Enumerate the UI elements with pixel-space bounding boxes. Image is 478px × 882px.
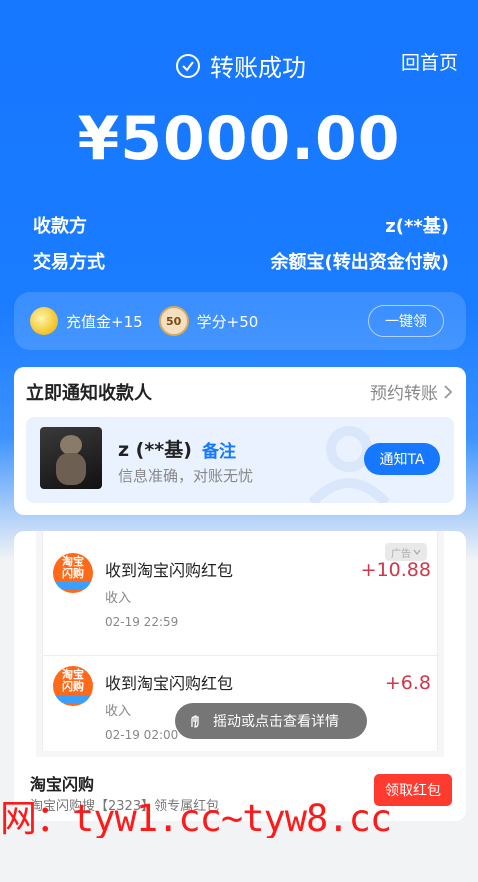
reward-bar: 充值金+15 50 学分+50 一键领 (14, 292, 466, 350)
score-badge-icon: 50 (158, 306, 189, 336)
transaction-title: 收到淘宝闪购红包 (105, 561, 234, 580)
back-home-link[interactable]: 回首页 (401, 48, 458, 75)
check-circle-icon (176, 53, 200, 78)
payee-label: 收款方 (33, 216, 87, 237)
chevron-right-icon (444, 384, 453, 399)
notify-receiver-button[interactable]: 通知TA (364, 443, 440, 475)
transaction-item: 淘宝 闪购 收到淘宝闪购红包 收入 02-19 22:59 +10.88 (43, 543, 439, 653)
score-reward: 学分+50 (196, 312, 259, 331)
transaction-type: 收入 (105, 704, 132, 719)
transaction-time: 02-19 02:00 (105, 728, 179, 742)
shake-hand-icon (191, 715, 199, 728)
status-row: 转账成功 回首页 (0, 48, 478, 84)
ad-card[interactable]: 广告 淘宝 闪购 收到淘宝闪购红包 收入 02-19 22:59 +10.88 … (14, 531, 466, 821)
taobao-flash-logo-icon: 淘宝 闪购 (53, 553, 93, 593)
payment-method-label: 交易方式 (33, 252, 105, 273)
remark-link[interactable]: 备注 (202, 437, 236, 462)
transaction-amount: +10.88 (360, 559, 431, 581)
coin-icon (30, 307, 58, 335)
receiver-subtitle: 信息准确，对账无忧 (118, 467, 254, 485)
receiver-panel: z (**基) 备注 信息准确，对账无忧 通知TA (26, 417, 454, 503)
transfer-amount: ¥5000.00 (77, 104, 401, 174)
shake-toast[interactable]: 摇动或点击查看详情 (175, 703, 367, 739)
payee-value: z(**基) (385, 216, 449, 237)
transfer-status: 转账成功 (176, 48, 306, 83)
taobao-flash-logo-icon: 淘宝 闪购 (53, 666, 93, 706)
recharge-reward: 充值金+15 (66, 312, 143, 331)
transaction-type: 收入 (105, 591, 132, 606)
transaction-amount: +6.8 (384, 672, 431, 694)
transaction-title: 收到淘宝闪购红包 (105, 674, 234, 693)
ad-preview[interactable]: 广告 淘宝 闪购 收到淘宝闪购红包 收入 02-19 22:59 +10.88 … (42, 531, 439, 751)
schedule-transfer-label: 预约转账 (370, 384, 438, 404)
payment-method-value: 余额宝(转出资金付款) (270, 252, 449, 273)
watermark-text: 网：tyw1.cc~tyw8.cc (0, 797, 392, 838)
notify-title: 立即通知收款人 (26, 383, 152, 404)
notify-payee-card: 立即通知收款人 预约转账 z (**基) 备注 信息准确，对账无忧 通知TA (14, 367, 466, 515)
toast-text: 摇动或点击查看详情 (213, 714, 339, 730)
transaction-time: 02-19 22:59 (105, 615, 179, 629)
claim-all-button[interactable]: 一键领 (368, 305, 444, 337)
receiver-avatar (40, 427, 102, 489)
status-text: 转账成功 (210, 54, 306, 82)
schedule-transfer-link[interactable]: 预约转账 (370, 379, 454, 404)
payment-method-row: 交易方式 余额宝(转出资金付款) (33, 248, 449, 274)
receiver-name: z (**基) (118, 439, 192, 461)
payee-row: 收款方 z(**基) (33, 212, 449, 238)
